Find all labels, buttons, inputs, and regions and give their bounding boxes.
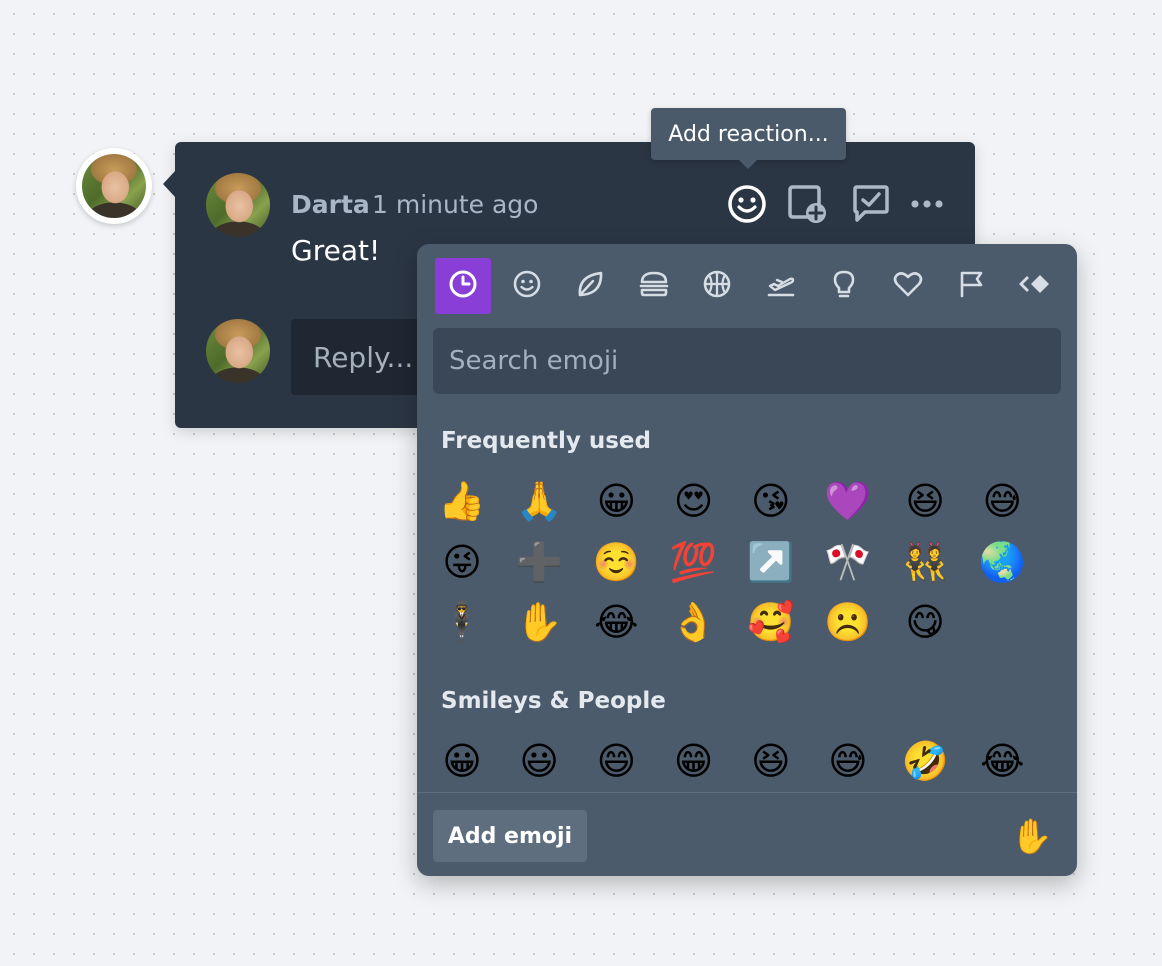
tab-custom[interactable] (1007, 258, 1063, 314)
resolve-button[interactable] (849, 182, 893, 226)
emoji-button[interactable]: 😀 (437, 736, 487, 786)
emoji-grid-smileys-people: 😀 😃 😄 😁 😆 😅 🤣 😂 (437, 736, 1055, 797)
tab-flags[interactable] (943, 258, 999, 314)
add-emoji-button[interactable]: Add emoji (433, 810, 587, 862)
emoji-button[interactable]: 😁 (669, 736, 719, 786)
emoji-button[interactable]: 😄 (591, 736, 641, 786)
current-user-avatar (206, 319, 270, 383)
avatar (82, 154, 146, 218)
emoji-button[interactable]: ☹️ (823, 597, 873, 647)
tab-smileys[interactable] (499, 258, 555, 314)
section-title-smileys-people: Smileys & People (441, 688, 666, 714)
emoji-picker: Frequently used 👍 🙏 😀 😍 😘 💜 😆 😅 😜 ➕ ☺️ 💯 ↗️ 🎌 👯 🌏 🕴️ ✋ 😂 👌 🥰… (417, 244, 1077, 876)
add-reaction-tooltip: Add reaction... (651, 108, 846, 169)
check-comment-icon (850, 183, 892, 225)
emoji-button[interactable]: 💜 (823, 476, 873, 526)
emoji-button[interactable]: 😅 (977, 476, 1027, 526)
emoji-button[interactable]: ☺️ (591, 537, 641, 587)
emoji-button[interactable]: 🙏 (514, 476, 564, 526)
emoji-button[interactable]: 🥰 (746, 597, 796, 647)
section-title-frequently-used: Frequently used (441, 428, 651, 454)
tab-symbols[interactable] (880, 258, 936, 314)
emoji-button[interactable]: ➕ (514, 537, 564, 587)
tab-food[interactable] (626, 258, 682, 314)
image-plus-icon (786, 183, 828, 225)
emoji-button[interactable]: 👌 (669, 597, 719, 647)
emoji-button[interactable]: 😋 (900, 597, 950, 647)
picker-footer-divider (417, 792, 1077, 793)
emoji-button[interactable]: 😅 (823, 736, 873, 786)
comment-body: Great! (291, 234, 381, 267)
emoji-button[interactable]: 🎌 (823, 537, 873, 587)
add-reaction-button[interactable] (725, 182, 769, 226)
emoji-search-input[interactable] (433, 328, 1061, 394)
tab-activity[interactable] (689, 258, 745, 314)
emoji-button[interactable]: 😜 (437, 537, 487, 587)
more-options-button[interactable] (905, 182, 949, 226)
emoji-button[interactable]: ↗️ (746, 537, 796, 587)
burger-icon (637, 268, 671, 304)
emoji-button[interactable]: 🤣 (900, 736, 950, 786)
clock-icon (447, 268, 479, 304)
emoji-button[interactable]: 🌏 (977, 537, 1027, 587)
author-avatar (206, 173, 270, 237)
tab-travel[interactable] (753, 258, 809, 314)
leaf-icon (574, 268, 606, 304)
smiley-icon (511, 268, 543, 304)
emoji-category-tabs (435, 258, 1063, 314)
custom-icon (1017, 268, 1053, 304)
tab-objects[interactable] (816, 258, 872, 314)
heart-icon (892, 268, 924, 304)
emoji-button[interactable]: 😍 (669, 476, 719, 526)
avatar (206, 173, 270, 237)
emoji-button[interactable]: 👯 (900, 537, 950, 587)
tab-nature[interactable] (562, 258, 618, 314)
smile-icon (727, 184, 767, 224)
emoji-button[interactable]: 😘 (746, 476, 796, 526)
tab-recent[interactable] (435, 258, 491, 314)
add-image-button[interactable] (785, 182, 829, 226)
comment-timestamp: 1 minute ago (372, 190, 539, 219)
more-icon (909, 198, 945, 210)
emoji-button[interactable]: 👍 (437, 476, 487, 526)
emoji-grid-frequently-used: 👍 🙏 😀 😍 😘 💜 😆 😅 😜 ➕ ☺️ 💯 ↗️ 🎌 👯 🌏 🕴️ ✋ 😂 👌 🥰 ☹️ 😋 (437, 476, 1055, 658)
comment-pin-avatar[interactable] (76, 148, 152, 224)
emoji-button[interactable]: 😀 (591, 476, 641, 526)
skin-tone-selector[interactable]: ✋ (1007, 812, 1057, 862)
emoji-button[interactable]: 😆 (900, 476, 950, 526)
plane-icon (765, 268, 797, 304)
emoji-button[interactable]: 😂 (591, 597, 641, 647)
comment-author: Darta (291, 190, 370, 219)
emoji-button[interactable]: 🕴️ (437, 597, 487, 647)
basketball-icon (701, 268, 733, 304)
emoji-button[interactable]: 💯 (669, 537, 719, 587)
tooltip-text: Add reaction... (668, 121, 829, 147)
emoji-button[interactable]: ✋ (514, 597, 564, 647)
emoji-button[interactable]: 😂 (977, 736, 1027, 786)
emoji-button[interactable]: 😃 (514, 736, 564, 786)
emoji-button[interactable]: 😆 (746, 736, 796, 786)
lightbulb-icon (828, 268, 860, 304)
flag-icon (955, 268, 987, 304)
avatar (206, 319, 270, 383)
